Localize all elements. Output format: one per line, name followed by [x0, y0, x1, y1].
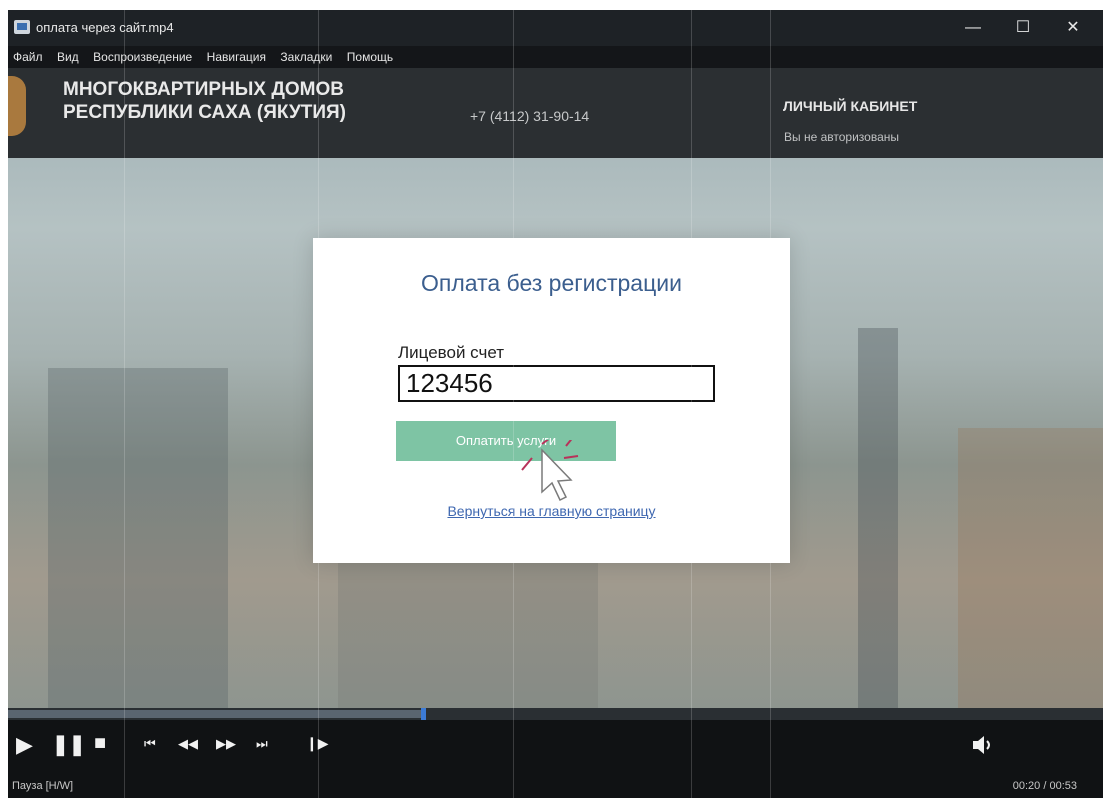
scan-artifact: [124, 10, 125, 798]
rewind-icon[interactable]: ◀◀: [178, 736, 198, 752]
title-bar: оплата через сайт.mp4 — ☐ ✕: [8, 10, 1103, 46]
menu-navigation[interactable]: Навигация: [202, 46, 271, 68]
personal-cabinet-link: ЛИЧНЫЙ КАБИНЕТ: [783, 98, 918, 114]
blurred-building: [958, 428, 1103, 708]
stop-icon[interactable]: ■: [94, 732, 106, 755]
menu-help[interactable]: Помощь: [342, 46, 398, 68]
blurred-building: [48, 368, 228, 708]
account-label: Лицевой счет: [398, 343, 505, 362]
minimize-button[interactable]: —: [956, 16, 990, 40]
player-controls: ▶ ❚❚ ■ ⏮ ◀◀ ▶▶ ⏭ ❙▶ Пауза [H/W] 00:20 / …: [8, 720, 1103, 798]
seek-handle[interactable]: [420, 708, 426, 720]
menu-file[interactable]: Файл: [8, 46, 48, 68]
skip-back-icon[interactable]: ⏮: [144, 736, 156, 752]
menu-playback[interactable]: Воспроизведение: [88, 46, 197, 68]
org-name-line1: МНОГОКВАРТИРНЫХ ДОМОВ: [63, 79, 344, 100]
menu-bookmarks[interactable]: Закладки: [275, 46, 337, 68]
org-name-line2: РЕСПУБЛИКИ САХА (ЯКУТИЯ): [63, 102, 347, 123]
seek-progress: [8, 710, 421, 718]
site-logo: [8, 76, 26, 136]
org-name: МНОГОКВАРТИРНЫХ ДОМОВ РЕСПУБЛИКИ САХА (Я…: [63, 78, 346, 124]
time-display: 00:20 / 00:53: [1012, 780, 1077, 792]
player-status: Пауза [H/W]: [12, 780, 74, 792]
pause-icon[interactable]: ❚❚: [52, 732, 86, 757]
scan-artifact: [513, 10, 514, 798]
scan-artifact: [770, 10, 771, 798]
fast-forward-icon[interactable]: ▶▶: [216, 736, 236, 752]
seek-bar[interactable]: [8, 708, 1103, 720]
window-title: оплата через сайт.mp4: [36, 20, 174, 35]
play-icon[interactable]: ▶: [16, 732, 33, 758]
blurred-building: [338, 538, 598, 708]
account-input: 123456: [398, 365, 715, 402]
menu-view[interactable]: Вид: [52, 46, 84, 68]
site-header: МНОГОКВАРТИРНЫХ ДОМОВ РЕСПУБЛИКИ САХА (Я…: [8, 68, 1103, 158]
dialog-title: Оплата без регистрации: [421, 270, 682, 296]
close-button[interactable]: ✕: [1056, 16, 1090, 40]
volume-icon[interactable]: [971, 734, 997, 756]
media-player-window: оплата через сайт.mp4 — ☐ ✕ Файл Вид Вос…: [8, 10, 1103, 798]
scan-artifact: [691, 10, 692, 798]
app-icon: [14, 20, 30, 34]
auth-status: Вы не авторизованы: [784, 130, 900, 144]
scan-artifact: [318, 10, 319, 798]
video-frame[interactable]: МНОГОКВАРТИРНЫХ ДОМОВ РЕСПУБЛИКИ САХА (Я…: [8, 68, 1103, 708]
blurred-building: [858, 328, 898, 708]
skip-forward-icon[interactable]: ⏭: [256, 736, 268, 752]
menu-bar: Файл Вид Воспроизведение Навигация Закла…: [8, 46, 1103, 68]
site-phone: +7 (4112) 31-90-14: [470, 108, 590, 124]
maximize-button[interactable]: ☐: [1006, 16, 1040, 40]
cursor-icon: [521, 440, 579, 502]
